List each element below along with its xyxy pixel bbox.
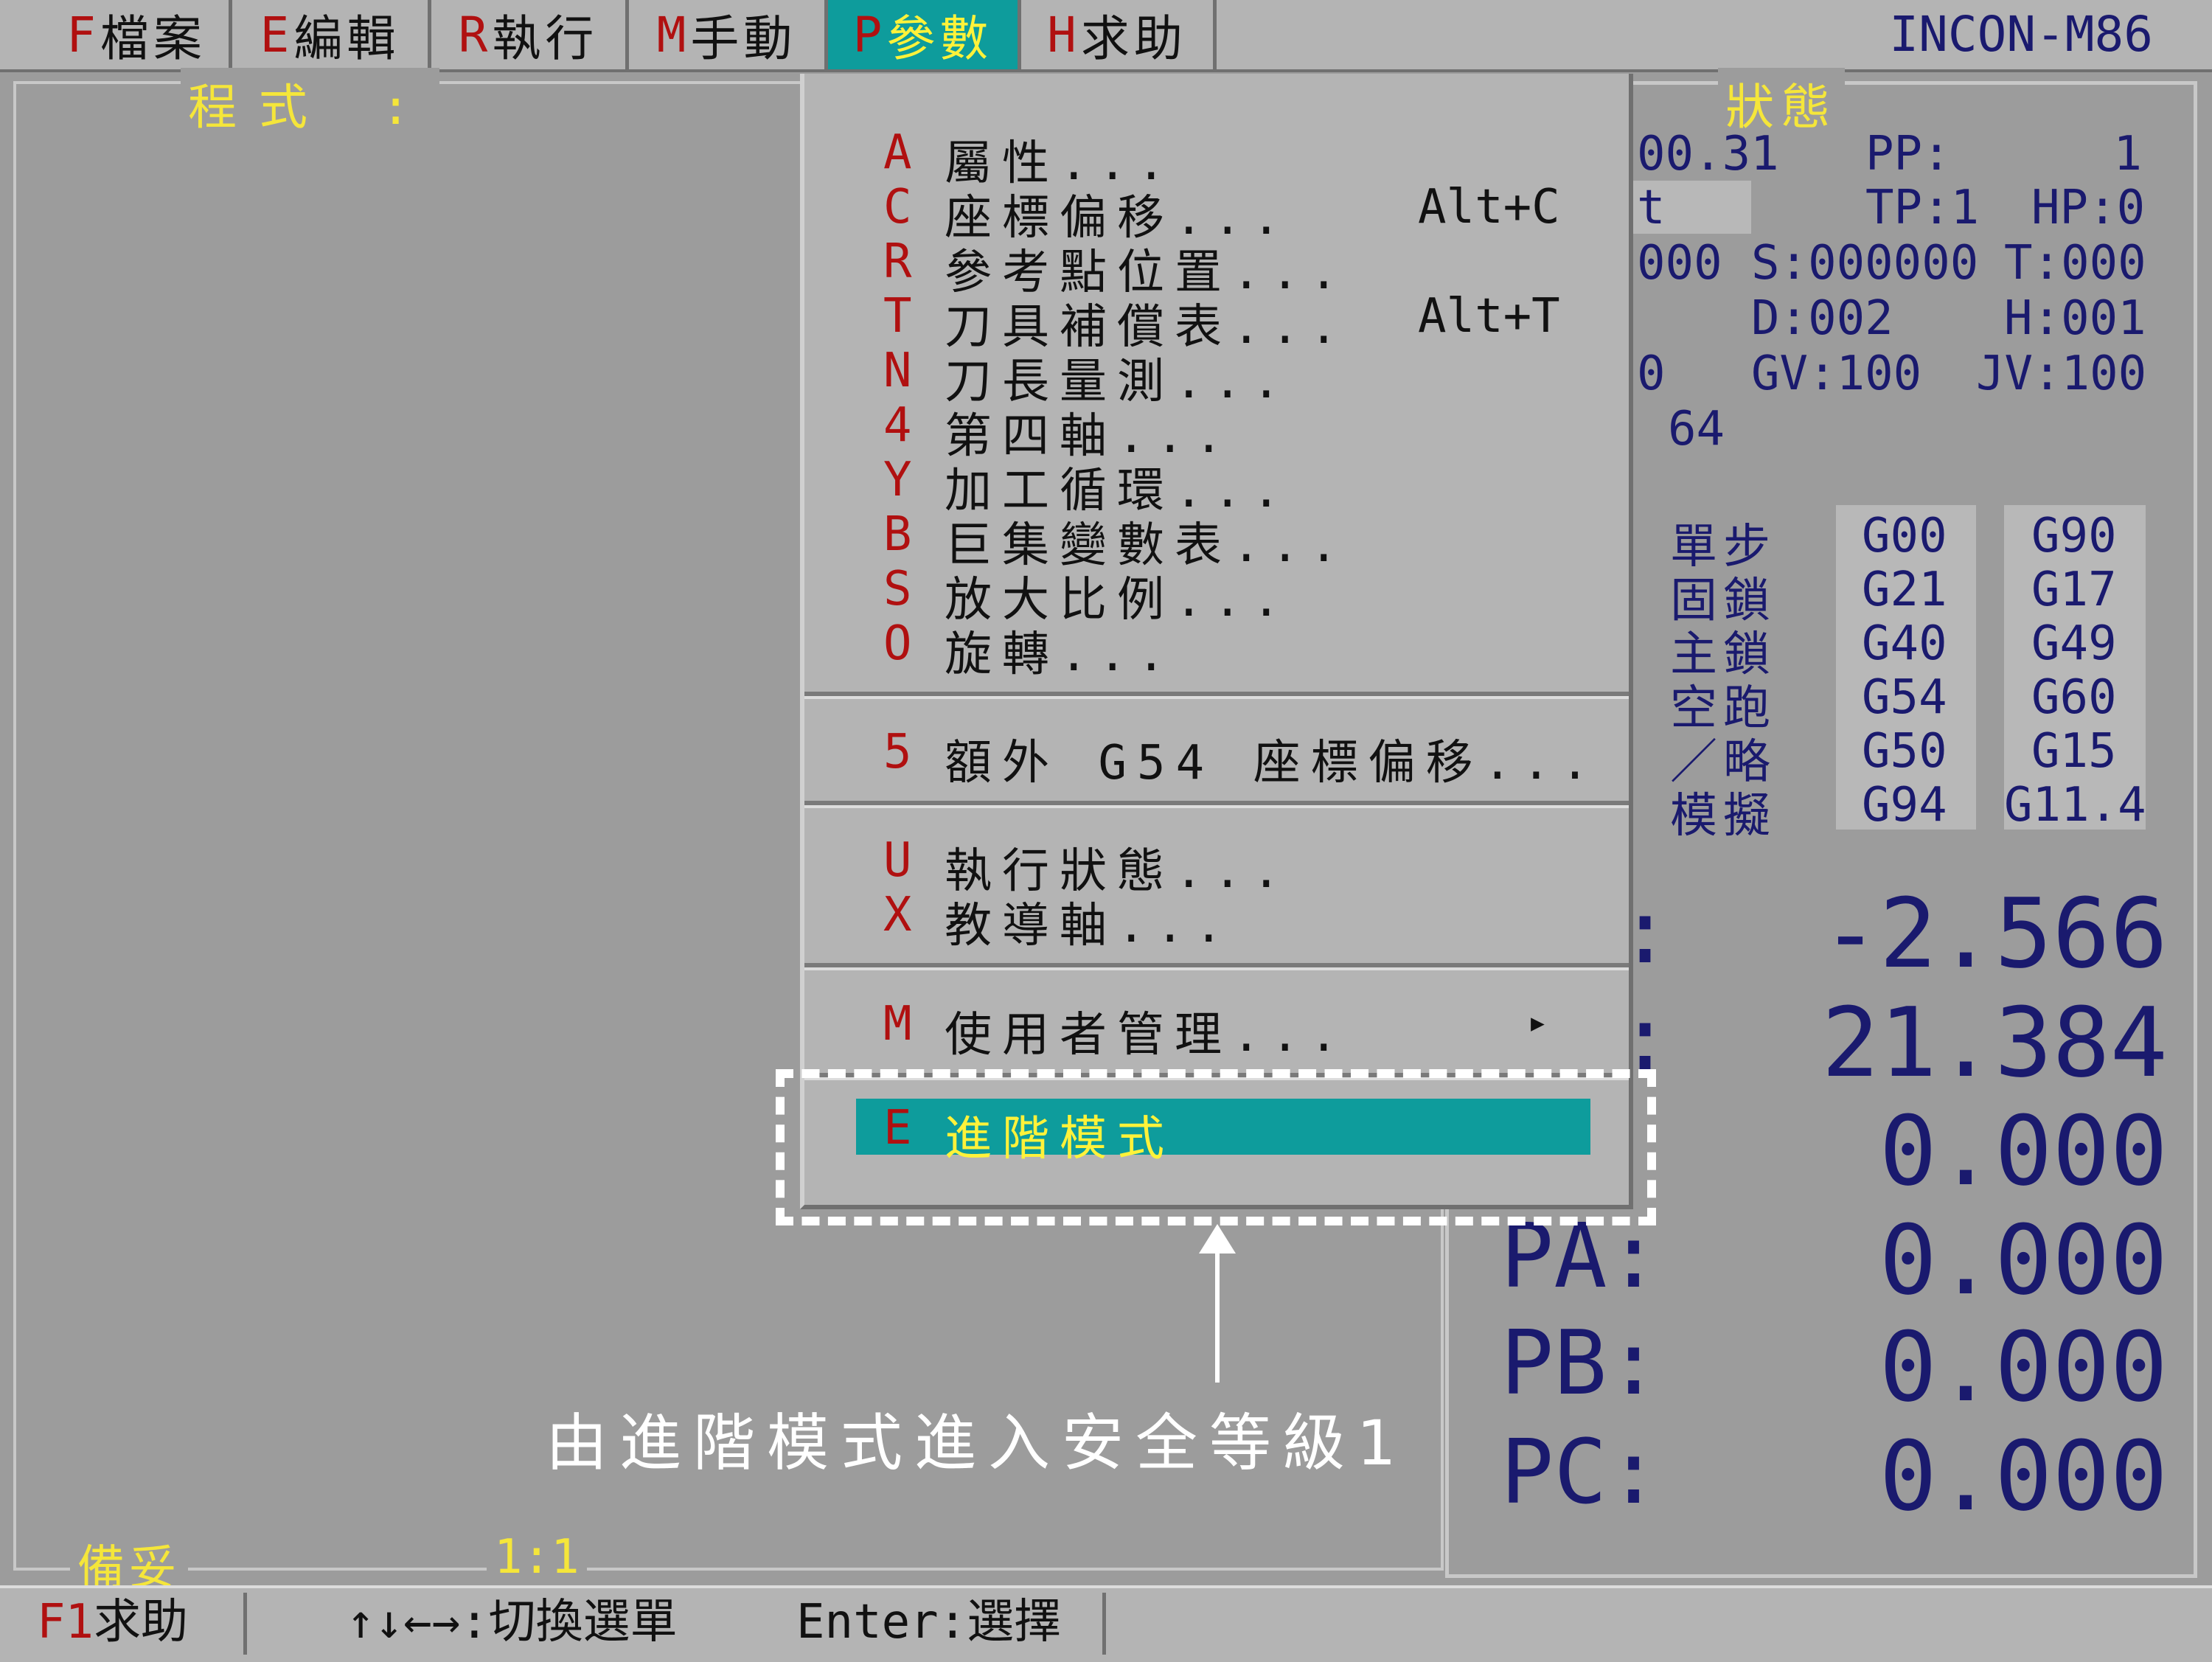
menu-item-macro-vars[interactable]: B 巨集變數表... bbox=[804, 507, 1630, 573]
program-label: 程式 : bbox=[181, 68, 440, 139]
menu-item-ref-point[interactable]: R 參考點位置... bbox=[804, 234, 1630, 300]
bottom-status-bar bbox=[0, 1585, 2212, 1662]
gcode-col2-6: G11.4 bbox=[2004, 778, 2146, 832]
menu-item-user-mgmt[interactable]: M 使用者管理... ▸ bbox=[804, 997, 1630, 1063]
status-line-2c: HP:0 bbox=[2031, 181, 2146, 235]
axis-value-x: -2.566 bbox=[1821, 877, 2168, 990]
status-line-1b: PP: bbox=[1865, 127, 1951, 181]
menu-item-properties[interactable]: A 屬性... bbox=[804, 125, 1630, 191]
axis-value-pb: 0.000 bbox=[1879, 1311, 2168, 1423]
menu-edit[interactable]: E 編輯 bbox=[232, 0, 431, 69]
status-line-5a: 0 bbox=[1637, 347, 1666, 401]
status-divider bbox=[1102, 1593, 1106, 1655]
status-line-5b: GV:100 bbox=[1751, 347, 1922, 401]
status-line-3c: T:000 bbox=[2004, 236, 2146, 291]
gcode-col2-2: G17 bbox=[2031, 563, 2117, 617]
help-hint[interactable]: F1求助 bbox=[37, 1585, 188, 1659]
status-line-4b: D:002 bbox=[1751, 291, 1893, 346]
annotation-dashed-box bbox=[776, 1069, 1656, 1225]
mode-simulate: 模擬 bbox=[1670, 789, 1776, 844]
menu-help[interactable]: H 求助 bbox=[1021, 0, 1217, 69]
menu-separator bbox=[804, 801, 1629, 808]
gcode-col1-2: G21 bbox=[1862, 563, 1947, 617]
gcode-col1-6: G94 bbox=[1862, 778, 1947, 832]
gcode-col1-1: G00 bbox=[1862, 509, 1947, 563]
menu-item-extra-g54[interactable]: 5 額外 G54 座標偏移... bbox=[804, 725, 1630, 790]
menu-file[interactable]: F 檔案 bbox=[0, 0, 232, 69]
menu-item-tool-length[interactable]: N 刀長量測... bbox=[804, 344, 1630, 409]
cursor-position: 1:1 bbox=[487, 1530, 587, 1585]
status-line-1c: 1 bbox=[2113, 127, 2142, 181]
status-line-3b: S:000000 bbox=[1751, 236, 1979, 291]
menu-bar: F 檔案 E 編輯 R 執行 M 手動 P 參數 H 求助 bbox=[0, 0, 2212, 72]
menu-item-scaling[interactable]: S 放大比例... bbox=[804, 562, 1630, 627]
axis-value-y: 21.384 bbox=[1821, 987, 2168, 1099]
gcode-col1-5: G50 bbox=[1862, 724, 1947, 779]
annotation-arrow-line bbox=[1215, 1246, 1220, 1383]
status-line-2b: TP:1 bbox=[1865, 181, 1980, 235]
menu-item-tool-comp[interactable]: T 刀具補償表... Alt+T bbox=[804, 289, 1630, 355]
gcode-col2-4: G60 bbox=[2031, 670, 2117, 725]
status-line-1a: 00.31 bbox=[1637, 127, 1779, 181]
status-line-6a: 64 bbox=[1668, 402, 1725, 456]
menu-separator bbox=[804, 692, 1629, 699]
submenu-arrow-icon: ▸ bbox=[1527, 1001, 1548, 1043]
menu-item-rotation[interactable]: O 旋轉... bbox=[804, 616, 1630, 682]
gcode-col2-1: G90 bbox=[2031, 509, 2117, 563]
menu-item-coord-offset[interactable]: C 座標偏移... Alt+C bbox=[804, 180, 1630, 246]
axis-label-pb: PB: bbox=[1500, 1312, 1660, 1415]
menu-separator bbox=[804, 963, 1629, 970]
gcode-col1-4: G54 bbox=[1862, 670, 1947, 725]
app-title: INCON-M86 bbox=[1889, 6, 2153, 63]
status-line-2a: t bbox=[1637, 181, 1666, 235]
gcode-col1-3: G40 bbox=[1862, 616, 1947, 671]
menu-item-run-status[interactable]: U 執行狀態... bbox=[804, 833, 1630, 899]
gcode-col2-5: G15 bbox=[2031, 724, 2117, 779]
menu-item-fourth-axis[interactable]: 4 第四軸... bbox=[804, 398, 1630, 464]
status-line-5c: JV:100 bbox=[1976, 347, 2147, 401]
enter-hint: Enter:選擇 bbox=[796, 1595, 1062, 1649]
menu-item-cycle[interactable]: Y 加工循環... bbox=[804, 453, 1630, 518]
menu-manual[interactable]: M 手動 bbox=[629, 0, 828, 69]
axis-label-pc: PC: bbox=[1500, 1422, 1660, 1524]
menu-item-teach-axis[interactable]: X 教導軸... bbox=[804, 888, 1630, 953]
menu-run[interactable]: R 執行 bbox=[431, 0, 629, 69]
status-divider bbox=[243, 1593, 247, 1655]
params-dropdown-menu: A 屬性... C 座標偏移... Alt+C R 參考點位置... T 刀具補償表...… bbox=[800, 74, 1633, 1209]
status-line-4c: H:001 bbox=[2004, 291, 2146, 346]
gcode-col2-3: G49 bbox=[2031, 616, 2117, 671]
axis-value-z: 0.000 bbox=[1879, 1095, 2168, 1207]
menu-params[interactable]: P 參數 bbox=[828, 0, 1021, 69]
nav-hint: ↑↓←→:切換選單 bbox=[347, 1595, 678, 1649]
axis-value-pa: 0.000 bbox=[1879, 1204, 2168, 1316]
annotation-text: 由進階模式進入安全等級1 bbox=[546, 1407, 1408, 1479]
status-line-3a: 000 bbox=[1637, 236, 1722, 291]
axis-value-pc: 0.000 bbox=[1879, 1420, 2168, 1532]
